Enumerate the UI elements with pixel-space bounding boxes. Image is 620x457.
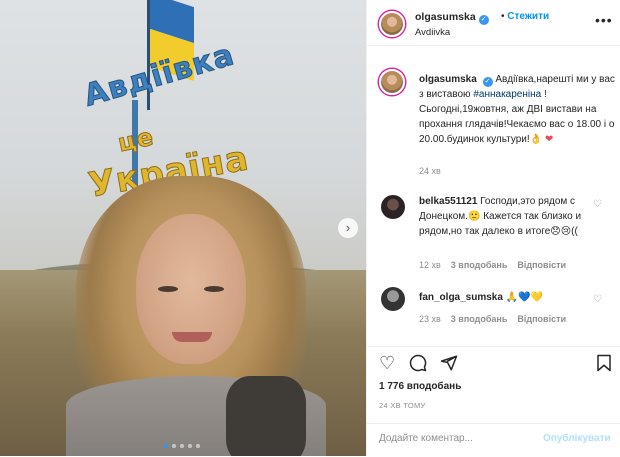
carousel-next-button[interactable]: › — [338, 218, 358, 238]
chevron-right-icon: › — [345, 220, 351, 235]
post-caption: olgasumska ✓ Авдіївка,нарешті ми у вас з… — [419, 72, 615, 147]
carousel-dot — [172, 444, 176, 448]
photo-person — [66, 176, 326, 456]
verified-badge-icon: ✓ — [482, 77, 493, 87]
caption-author-avatar[interactable] — [379, 69, 405, 95]
person-scarf — [226, 376, 306, 456]
follow-button[interactable]: • Стежити — [501, 11, 549, 22]
post-timestamp[interactable]: 24 ХВ ТОМУ — [379, 401, 426, 410]
comment-likes-count[interactable]: 3 вподобань — [451, 260, 508, 270]
comment-icon-svg — [409, 354, 427, 372]
likes-count[interactable]: 1 776 вподобань — [379, 381, 461, 392]
comment-composer: Опублікувати — [367, 423, 620, 457]
author-username-text[interactable]: olgasumska — [415, 11, 476, 23]
publish-button[interactable]: Опублікувати — [543, 433, 611, 444]
add-comment-input[interactable] — [379, 433, 539, 444]
post-header: olgasumska ✓ • Стежити Avdiivka ••• — [367, 0, 620, 46]
caption-hashtag[interactable]: #аннакареніна — [473, 89, 541, 100]
caption-timestamp[interactable]: 24 хв — [419, 166, 441, 176]
instagram-post-modal: Авдіївка це Україна › olgasumska ✓ • Сте… — [0, 0, 620, 456]
left-eye — [158, 286, 178, 292]
caption-author[interactable]: olgasumska — [419, 74, 477, 85]
comments-section: olgasumska ✓ Авдіївка,нарешті ми у вас з… — [367, 46, 620, 346]
comment-body: fan_olga_sumska 🙏💙💛 — [419, 290, 595, 305]
author-avatar[interactable] — [379, 11, 405, 37]
comment-author[interactable]: belka551121 — [419, 196, 477, 207]
comment-text: 🙏💙💛 — [505, 292, 544, 303]
bookmark-icon-svg — [597, 354, 611, 372]
comment-author[interactable]: fan_olga_sumska — [419, 292, 503, 303]
person-face — [136, 214, 246, 364]
carousel-dot — [164, 444, 168, 448]
share-icon-svg — [440, 355, 458, 371]
share-icon[interactable] — [440, 354, 458, 375]
carousel-indicator — [164, 444, 200, 448]
comment-time[interactable]: 23 хв — [419, 314, 441, 324]
red-heart-emoji: ❤ — [544, 134, 554, 145]
post-location[interactable]: Avdiivka — [415, 27, 450, 38]
carousel-dot — [196, 444, 200, 448]
comment-reply-button[interactable]: Відповісти — [517, 260, 566, 270]
comment-time[interactable]: 12 хв — [419, 260, 441, 270]
comment-likes-count[interactable]: 3 вподобань — [451, 314, 508, 324]
comment-meta: 12 хв 3 вподобань Відповісти — [419, 260, 566, 270]
comment-reply-button[interactable]: Відповісти — [517, 314, 566, 324]
bookmark-icon[interactable] — [596, 354, 612, 375]
carousel-dot — [180, 444, 184, 448]
right-eye — [204, 286, 224, 292]
carousel-dot — [188, 444, 192, 448]
commenter-avatar[interactable] — [381, 287, 405, 311]
comment-icon[interactable] — [409, 354, 427, 375]
comment-body: belka551121 Господи,это рядом с Донецком… — [419, 194, 595, 239]
post-side-panel: olgasumska ✓ • Стежити Avdiivka ••• olgas… — [366, 0, 620, 456]
author-username[interactable]: olgasumska ✓ — [415, 11, 489, 25]
heart-icon[interactable]: ♡ — [379, 354, 395, 372]
post-photo[interactable]: Авдіївка це Україна › — [0, 0, 366, 456]
follow-label[interactable]: Стежити — [507, 11, 549, 22]
comment-like-heart-icon[interactable]: ♡ — [593, 294, 602, 305]
comment-meta: 23 хв 3 вподобань Відповісти — [419, 314, 566, 324]
commenter-avatar[interactable] — [381, 195, 405, 219]
verified-badge-icon: ✓ — [478, 15, 489, 25]
comment-like-heart-icon[interactable]: ♡ — [593, 199, 602, 210]
more-horizontal-icon[interactable]: ••• — [595, 12, 613, 28]
mouth — [172, 332, 212, 342]
post-actions: ♡ 1 776 вподобань 24 ХВ ТОМУ Опублікуват… — [367, 346, 620, 456]
